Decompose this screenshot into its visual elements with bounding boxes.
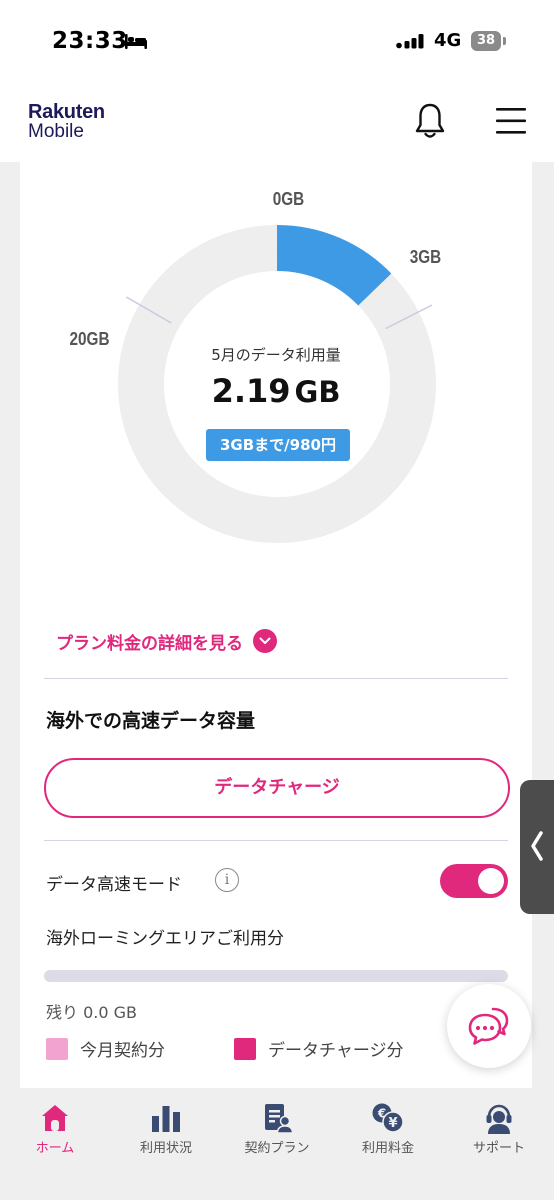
nav-item-plan[interactable]: 契約プラン bbox=[222, 1100, 332, 1156]
nav-item-support[interactable]: サポート bbox=[444, 1100, 554, 1156]
rakuten-mobile-logo[interactable]: Rakuten Mobile bbox=[28, 102, 105, 142]
usage-value: 2.19 GB bbox=[20, 372, 532, 410]
remaining-data-text: 残り 0.0 GB bbox=[46, 1003, 137, 1022]
chevron-down-icon bbox=[253, 629, 277, 653]
legend-monthly-contract: 今月契約分 bbox=[46, 1036, 165, 1061]
status-time: 23:33 bbox=[52, 28, 128, 54]
status-bar: 23:33 4G 38 bbox=[0, 0, 554, 84]
chevron-left-icon bbox=[531, 831, 543, 861]
speed-mode-label: データ高速モード bbox=[46, 875, 182, 895]
bell-icon[interactable] bbox=[414, 102, 446, 140]
plan-detail-link[interactable]: プラン料金の詳細を見る bbox=[56, 624, 277, 658]
logo-line1: Rakuten bbox=[28, 101, 105, 123]
nav-label-usage: 利用状況 bbox=[139, 1141, 192, 1156]
usage-unit: GB bbox=[294, 375, 341, 409]
gauge-label-3gb: 3GB bbox=[409, 247, 442, 267]
app-header: Rakuten Mobile bbox=[0, 84, 554, 162]
nav-label-plan: 契約プラン bbox=[244, 1141, 310, 1156]
home-icon bbox=[42, 1105, 68, 1131]
divider bbox=[44, 678, 508, 679]
plan-detail-label: プラン料金の詳細を見る bbox=[56, 633, 243, 654]
roaming-usage-bar bbox=[44, 970, 508, 982]
legend-label: 今月契約分 bbox=[80, 1041, 165, 1061]
nav-label-billing: 利用料金 bbox=[361, 1141, 414, 1156]
legend-label: データチャージ分 bbox=[268, 1041, 404, 1061]
chat-support-button[interactable] bbox=[447, 984, 531, 1068]
cellular-signal-icon bbox=[396, 34, 424, 49]
currency-coins-icon: € ¥ bbox=[372, 1103, 404, 1133]
legend-swatch bbox=[234, 1037, 256, 1060]
divider bbox=[44, 840, 508, 841]
nav-item-home[interactable]: ホーム bbox=[0, 1100, 110, 1156]
side-drawer-tab[interactable] bbox=[520, 780, 554, 914]
support-headset-icon bbox=[486, 1104, 512, 1134]
speed-mode-toggle[interactable] bbox=[440, 864, 508, 898]
nav-item-usage[interactable]: 利用状況 bbox=[111, 1100, 221, 1156]
info-icon[interactable]: i bbox=[215, 868, 239, 892]
usage-caption: 5月のデータ利用量 bbox=[211, 346, 341, 364]
nav-label-support: サポート bbox=[472, 1141, 525, 1156]
battery-cap bbox=[503, 37, 506, 45]
logo-line2: Mobile bbox=[28, 121, 84, 142]
bar-chart-icon bbox=[152, 1106, 180, 1132]
price-tier-badge: 3GBまで/980円 bbox=[206, 429, 350, 461]
hamburger-menu-icon[interactable] bbox=[495, 106, 527, 136]
nav-item-billing[interactable]: € ¥ 利用料金 bbox=[333, 1100, 443, 1156]
contract-document-icon bbox=[265, 1104, 293, 1134]
battery-level: 38 bbox=[476, 33, 496, 48]
battery-icon: 38 bbox=[471, 31, 501, 51]
legend-data-charge: データチャージ分 bbox=[234, 1036, 404, 1061]
nav-label-home: ホーム bbox=[35, 1141, 75, 1156]
roaming-usage-label: 海外ローミングエリアご利用分 bbox=[46, 929, 284, 949]
data-charge-button[interactable]: データチャージ bbox=[44, 758, 510, 818]
usage-number: 2.19 bbox=[211, 372, 291, 410]
toggle-knob bbox=[478, 868, 504, 894]
data-usage-card: 0GB 3GB 20GB 5月のデータ利用量 2.19 GB 3GBまで/980円… bbox=[20, 162, 532, 1088]
svg-text:¥: ¥ bbox=[388, 1116, 397, 1131]
gauge-label-0gb: 0GB bbox=[272, 189, 305, 209]
bottom-navigation: ホーム 利用状況 契約プラン € ¥ 利用料金 サポート bbox=[0, 1088, 554, 1200]
donut-used-arc bbox=[276, 225, 392, 306]
sleep-focus-icon bbox=[125, 34, 147, 49]
overseas-section-title: 海外での高速データ容量 bbox=[46, 710, 256, 732]
network-type: 4G bbox=[434, 30, 462, 51]
legend-swatch bbox=[46, 1037, 68, 1060]
chat-bubble-icon bbox=[468, 1007, 509, 1045]
